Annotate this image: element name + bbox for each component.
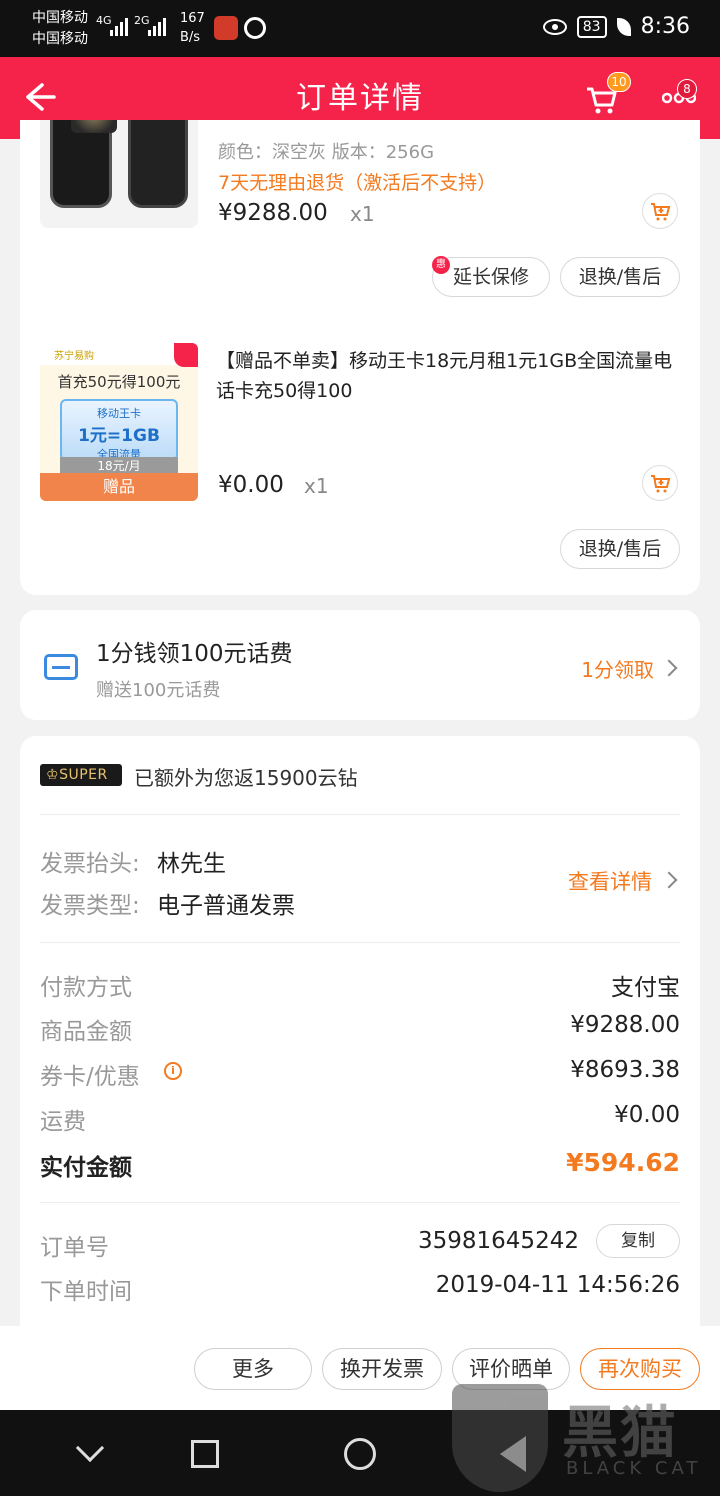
watermark-text: 黑猫 xyxy=(562,1401,678,1466)
divider xyxy=(40,942,680,943)
status-right: 83 8:36 xyxy=(542,14,690,39)
phone-front-image xyxy=(50,120,117,208)
nav-home-icon[interactable] xyxy=(344,1438,376,1470)
copy-button[interactable]: 复制 xyxy=(596,1224,680,1258)
watermark-subtext: BLACK CAT xyxy=(566,1458,702,1479)
info-icon[interactable]: i xyxy=(164,1062,182,1080)
speed-unit: B/s xyxy=(180,30,201,45)
total-paid-label: 实付金额 xyxy=(40,1155,132,1181)
network-speed: 167 B/s xyxy=(180,9,205,47)
thumb-card-title: 移动王卡 xyxy=(97,407,141,420)
thumb-sim-card: 移动王卡 1元=1GB 全国流量 xyxy=(60,399,178,461)
product-image-iphone[interactable] xyxy=(40,120,198,228)
gift-product-name[interactable]: 【赠品不单卖】移动王卡18元月租1元1GB全国流量电话卡充50得100 xyxy=(216,346,682,406)
invoice-title-value: 林先生 xyxy=(157,851,226,877)
reissue-invoice-button[interactable]: 换开发票 xyxy=(322,1348,442,1390)
chevron-right-icon xyxy=(660,659,678,677)
thumb-headline: 首充50元得100元 xyxy=(57,373,181,391)
add-to-cart-button[interactable] xyxy=(642,193,678,229)
shipping-label: 运费 xyxy=(40,1109,86,1135)
order-no-label: 订单号 xyxy=(40,1235,109,1261)
clock: 8:36 xyxy=(640,14,690,39)
after-sale-button[interactable]: 退换/售后 xyxy=(560,257,680,297)
watermark: 黑猫 BLACK CAT xyxy=(450,1380,720,1496)
carrier-2: 中国移动 xyxy=(32,31,88,47)
card-icon xyxy=(44,654,78,680)
more-button[interactable]: 更多 xyxy=(194,1348,312,1390)
gift-after-sale-button[interactable]: 退换/售后 xyxy=(560,529,680,569)
netease-notification-icon xyxy=(244,17,266,39)
order-no-value: 35981645242 xyxy=(418,1228,579,1254)
promo-card[interactable]: 1分钱领100元话费 赠送100元话费 1分领取 xyxy=(20,610,700,720)
shipping-value: ¥0.00 xyxy=(614,1102,680,1128)
gift-product-qty: x1 xyxy=(304,474,329,498)
phone-back-image xyxy=(128,120,188,208)
product-price: ¥9288.00 xyxy=(218,200,328,226)
total-paid-value: ¥594.62 xyxy=(566,1148,680,1177)
eye-comfort-icon xyxy=(542,18,567,35)
product-qty: x1 xyxy=(350,202,375,226)
signal-bars-icon xyxy=(110,18,166,36)
product-spec: 颜色：深空灰 版本：256G xyxy=(218,142,435,163)
divider xyxy=(40,1202,680,1203)
app-notification-icon xyxy=(214,16,238,40)
view-invoice-link[interactable]: 查看详情 xyxy=(568,866,652,896)
gift-product-price: ¥0.00 xyxy=(218,472,284,498)
return-policy: 7天无理由退货（激活后不支持） xyxy=(218,172,497,194)
coupon-label: 券卡/优惠 xyxy=(40,1064,140,1090)
power-saving-icon xyxy=(616,17,631,36)
cart-badge: 10 xyxy=(607,72,631,92)
carrier-labels: 中国移动 中国移动 xyxy=(32,8,88,50)
promo-subtitle: 赠送100元话费 xyxy=(96,680,221,701)
super-reward-text: 已额外为您返15900云钻 xyxy=(134,766,358,790)
order-time-value: 2019-04-11 14:56:26 xyxy=(435,1272,680,1298)
add-cart-icon xyxy=(651,475,671,493)
divider xyxy=(40,814,680,815)
coupon-value: ¥8693.38 xyxy=(570,1057,680,1083)
order-info-card: ♔SUPER 已额外为您返15900云钻 发票抬头: 林先生 发票类型: 电子普… xyxy=(20,736,700,1326)
chevron-right-icon xyxy=(660,871,678,889)
payment-method-label: 付款方式 xyxy=(40,975,132,1001)
promo-title: 1分钱领100元话费 xyxy=(96,641,293,667)
speed-value: 167 xyxy=(180,11,205,26)
status-bar: 中国移动 中国移动 4G 2G 167 B/s 83 8:36 xyxy=(0,0,720,57)
thumb-corner-tag xyxy=(174,343,198,367)
goods-amount-label: 商品金额 xyxy=(40,1019,132,1045)
cat-shield-icon xyxy=(452,1384,548,1492)
add-cart-icon xyxy=(651,203,671,221)
nav-back-icon[interactable] xyxy=(75,1433,105,1463)
thumb-gift-label: 赠品 xyxy=(40,473,198,501)
goods-amount-value: ¥9288.00 xyxy=(570,1012,680,1038)
thumb-card-main: 1元=1GB xyxy=(78,426,160,446)
add-to-cart-button[interactable] xyxy=(642,465,678,501)
invoice-type-value: 电子普通发票 xyxy=(157,893,295,919)
super-badge-label: SUPER xyxy=(59,767,108,783)
thumb-brand: 苏宁易购 xyxy=(54,351,94,362)
promo-claim-link[interactable]: 1分领取 xyxy=(581,654,654,683)
phone-screen xyxy=(71,120,117,133)
invoice-title-label: 发票抬头: xyxy=(40,851,140,877)
super-badge: ♔SUPER xyxy=(40,764,122,786)
carrier-1: 中国移动 xyxy=(32,10,88,26)
order-time-label: 下单时间 xyxy=(40,1279,132,1305)
product-image-simcard[interactable]: 苏宁易购 首充50元得100元 移动王卡 1元=1GB 全国流量 18元/月 赠… xyxy=(40,343,198,501)
payment-method-value: 支付宝 xyxy=(611,975,680,1001)
invoice-type-label: 发票类型: xyxy=(40,893,140,919)
nav-recents-icon[interactable] xyxy=(191,1440,219,1468)
battery-icon: 83 xyxy=(576,15,607,38)
products-card: 颜色：深空灰 版本：256G 7天无理由退货（激活后不支持） ¥9288.00 … xyxy=(20,120,700,595)
discount-badge: 惠 xyxy=(432,256,450,274)
message-badge: 8 xyxy=(677,79,697,99)
